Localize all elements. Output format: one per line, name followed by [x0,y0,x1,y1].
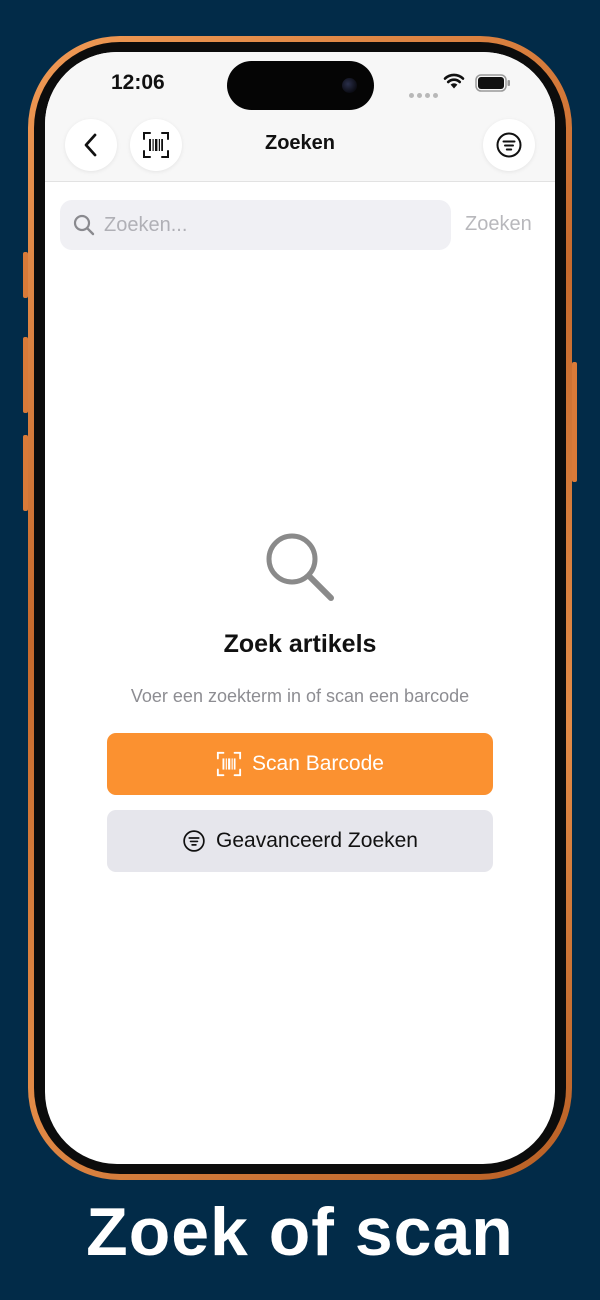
scan-barcode-label: Scan Barcode [252,752,384,775]
search-box[interactable] [60,200,451,250]
wifi-icon [443,73,465,89]
battery-icon [475,74,510,92]
empty-state-subtitle: Voer een zoekterm in of scan een barcode [130,686,470,706]
advanced-search-label: Geavanceerd Zoeken [216,829,418,852]
page-title: Zoeken [264,132,336,154]
search-submit-button[interactable]: Zoeken [465,213,532,236]
navigation-bar: Zoeken [45,112,555,182]
camera-icon [342,78,357,93]
status-time: 12:06 [111,71,165,94]
promo-caption: Zoek of scan [86,1194,514,1270]
action-button [23,252,28,298]
filter-lines-icon [182,829,206,853]
promo-canvas: 12:06 Zoeken Zoeken... Zoeken Zoek artik… [0,0,600,1300]
volume-up-button [23,337,28,413]
empty-state-title: Zoek artikels [223,630,377,658]
magnifier-icon [266,533,334,601]
search-input[interactable] [104,213,424,237]
barcode-scan-icon [216,751,242,777]
filter-lines-icon [496,132,522,158]
phone-screen: 12:06 Zoeken Zoeken... Zoeken Zoek artik… [45,52,555,1164]
signal-dots-icon [409,85,441,103]
filter-button[interactable] [483,119,535,171]
power-button [572,362,577,482]
status-bar: 12:06 [45,52,555,112]
search-icon [72,213,96,237]
dynamic-island [227,61,374,110]
volume-down-button [23,435,28,511]
scan-barcode-button[interactable]: Scan Barcode [107,733,493,795]
advanced-search-button[interactable]: Geavanceerd Zoeken [107,810,493,872]
